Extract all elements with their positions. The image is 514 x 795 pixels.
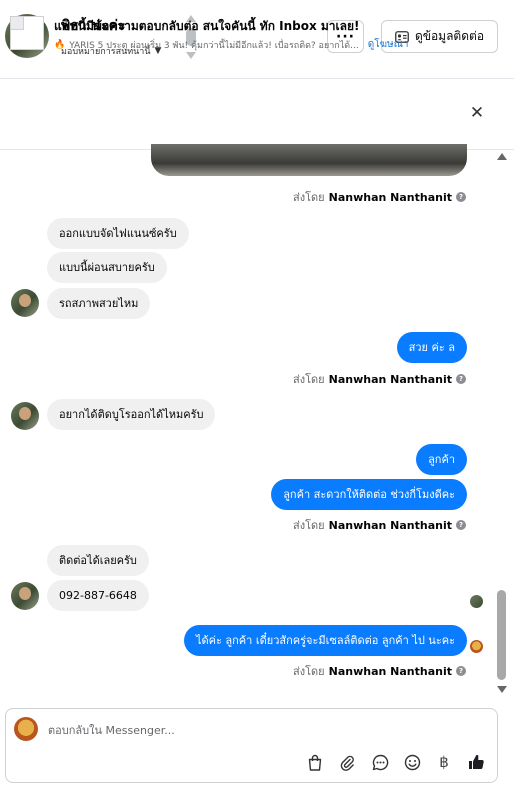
contact-mini-avatar: [11, 289, 39, 317]
fire-icon: 🔥: [54, 39, 66, 50]
incoming-message[interactable]: ออกแบบจัดไฟแนนซ์ครับ: [47, 218, 189, 249]
info-icon[interactable]: ?: [456, 520, 466, 530]
incoming-message[interactable]: ติดต่อได้เลยครับ: [47, 545, 149, 576]
next-conversation-icon[interactable]: [186, 52, 196, 59]
incoming-message[interactable]: อยากได้ติดบูโรออกได้ไหมครับ: [47, 399, 216, 430]
agent-name: Nanwhan Nanthanit: [328, 190, 452, 204]
agent-name: Nanwhan Nanthanit: [328, 518, 452, 532]
shopping-bag-icon[interactable]: [305, 752, 325, 772]
agent-name: Nanwhan Nanthanit: [328, 664, 452, 678]
incoming-message[interactable]: รถสภาพสวยไหม: [47, 288, 151, 319]
contact-mini-avatar: [11, 402, 39, 430]
thumbs-up-icon[interactable]: [466, 752, 486, 772]
ad-body-text: YARIS 5 ประตู ผ่อนเริ่ม 3 พัน! คุ้มกว่าน…: [69, 40, 359, 51]
sent-photo-message[interactable]: [151, 144, 467, 176]
ad-description: 🔥 YARIS 5 ประตู ผ่อนเริ่ม 3 พัน! คุ้มกว่…: [54, 37, 408, 52]
ad-referral-banner: [0, 79, 514, 150]
agent-avatar: [14, 717, 38, 741]
sent-by-label: ส่งโดย Nanwhan Nanthanit ?: [293, 188, 466, 206]
scrollbar-thumb[interactable]: [497, 590, 506, 680]
sent-by-label: ส่งโดย Nanwhan Nanthanit ?: [293, 516, 466, 534]
ad-thumbnail: [10, 16, 44, 50]
baht-icon[interactable]: ฿: [434, 752, 454, 772]
chat-bubble-icon[interactable]: [370, 752, 390, 772]
sent-by-label: ส่งโดย Nanwhan Nanthanit ?: [293, 370, 466, 388]
sent-by-label: ส่งโดย Nanwhan Nanthanit ?: [293, 662, 466, 680]
scroll-up-arrow[interactable]: [497, 153, 507, 160]
outgoing-message[interactable]: สวย ค่ะ ล: [396, 332, 467, 363]
view-contact-info-label: ดูข้อมูลติดต่อ: [414, 29, 485, 43]
view-ad-link[interactable]: ดูโฆษณา: [368, 37, 409, 52]
agent-read-receipt-avatar: [470, 640, 483, 653]
agent-name: Nanwhan Nanthanit: [328, 372, 452, 386]
info-icon[interactable]: ?: [456, 666, 466, 676]
contact-read-receipt-avatar: [470, 595, 483, 608]
close-icon[interactable]: ✕: [468, 104, 486, 122]
contact-mini-avatar: [11, 582, 39, 610]
outgoing-message[interactable]: ได้ค่ะ ลูกค้า เดี๋ยวสักครู่จะมีเซลล์ติดต…: [183, 625, 467, 656]
reply-input[interactable]: [48, 716, 468, 744]
scroll-down-arrow[interactable]: [497, 686, 507, 693]
info-icon[interactable]: ?: [456, 374, 466, 384]
incoming-message[interactable]: 092-887-6648: [47, 580, 149, 611]
incoming-message[interactable]: แบบนี้ผ่อนสบายครับ: [47, 252, 167, 283]
emoji-icon[interactable]: [402, 752, 422, 772]
message-thread: ส่งโดย Nanwhan Nanthanit ? ออกแบบจัดไฟแน…: [0, 144, 496, 695]
ad-title: แชทนี้มีข้อความตอบกลับต่อ สนใจคันนี้ ทัก…: [54, 19, 360, 33]
outgoing-message[interactable]: ลูกค้า: [416, 444, 467, 475]
paperclip-icon[interactable]: [337, 752, 357, 772]
info-icon[interactable]: ?: [456, 192, 466, 202]
outgoing-message[interactable]: ลูกค้า สะดวกให้ติดต่อ ช่วงกี่โมงดีคะ: [271, 479, 467, 510]
